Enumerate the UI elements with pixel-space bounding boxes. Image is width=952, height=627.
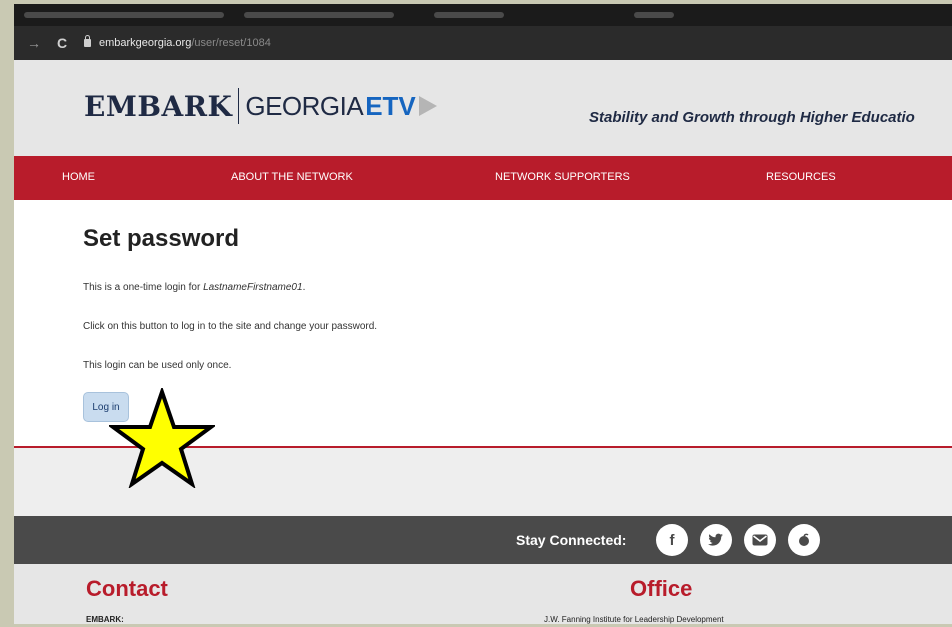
- address-bar: → C embarkgeorgia.org /user/reset/1084: [14, 26, 952, 60]
- nav-item-supporters[interactable]: NETWORK SUPPORTERS: [495, 171, 630, 183]
- web-page: EMBARK GEORGIA ETV Stability and Growth …: [14, 60, 952, 624]
- once-only-text: This login can be used only once.: [83, 360, 232, 371]
- site-header: EMBARK GEORGIA ETV Stability and Growth …: [14, 60, 952, 156]
- url-path: /user/reset/1084: [191, 37, 271, 49]
- blurred-tab[interactable]: [244, 12, 394, 18]
- reload-icon[interactable]: C: [54, 35, 70, 51]
- email-icon[interactable]: [744, 524, 776, 556]
- star-highlight-icon: [109, 388, 215, 488]
- logo-etv-text: ETV: [365, 90, 416, 121]
- username: LastnameFirstname01: [203, 282, 303, 293]
- url-field[interactable]: embarkgeorgia.org /user/reset/1084: [84, 35, 271, 49]
- footer-info: Contact EMBARK: Office J.W. Fanning Inst…: [14, 564, 952, 624]
- page-title: Set password: [83, 225, 240, 252]
- stay-connected-label: Stay Connected:: [516, 532, 627, 548]
- twitter-icon[interactable]: [700, 524, 732, 556]
- contact-heading: Contact: [86, 576, 168, 601]
- lock-icon: [84, 35, 91, 47]
- logo-georgia-text: GEORGIA: [245, 90, 364, 121]
- blurred-tab[interactable]: [634, 12, 674, 18]
- office-heading: Office: [630, 576, 693, 601]
- social-bar: Stay Connected: f: [14, 516, 952, 564]
- nav-item-about[interactable]: ABOUT THE NETWORK: [231, 171, 353, 183]
- forward-arrow-icon[interactable]: →: [26, 35, 42, 51]
- office-org: J.W. Fanning Institute for Leadership De…: [544, 615, 724, 624]
- nav-item-resources[interactable]: RESOURCES: [766, 171, 836, 183]
- one-time-login-text: This is a one-time login for LastnameFir…: [83, 282, 305, 293]
- logo-embark-text: EMBARK: [84, 89, 233, 123]
- contact-org: EMBARK:: [86, 615, 124, 624]
- main-nav: HOME ABOUT THE NETWORK NETWORK SUPPORTER…: [14, 156, 952, 200]
- browser-tab-strip: [14, 4, 952, 26]
- logo-arrow-icon: [418, 96, 437, 116]
- line1-suffix: .: [302, 282, 306, 293]
- site-logo[interactable]: EMBARK GEORGIA ETV: [84, 88, 437, 124]
- browser-window: → C embarkgeorgia.org /user/reset/1084 E…: [14, 4, 952, 624]
- site-tagline: Stability and Growth through Higher Educ…: [589, 109, 915, 126]
- instruction-text: Click on this button to log in to the si…: [83, 321, 378, 332]
- logo-divider: [238, 88, 240, 124]
- blurred-tab[interactable]: [24, 12, 224, 18]
- facebook-icon[interactable]: f: [656, 524, 688, 556]
- nav-item-home[interactable]: HOME: [62, 171, 95, 183]
- line1-prefix: This is a one-time login for: [83, 282, 204, 293]
- peach-icon[interactable]: [788, 524, 820, 556]
- url-host: embarkgeorgia.org: [99, 37, 192, 49]
- blurred-tab[interactable]: [434, 12, 504, 18]
